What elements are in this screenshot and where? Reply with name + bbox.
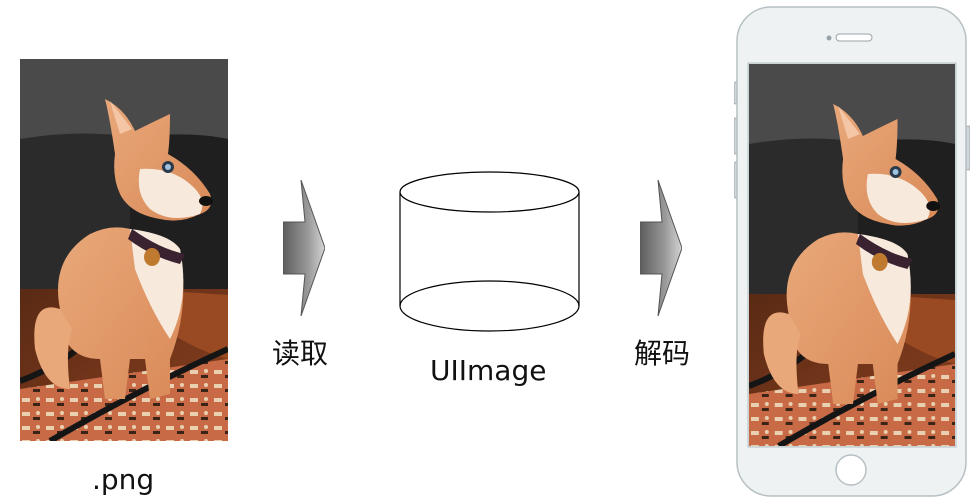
- source-photo: [20, 59, 228, 441]
- read-arrow-icon: [283, 180, 325, 316]
- decode-arrow-icon: [640, 180, 682, 316]
- decode-step-label: 解码: [634, 337, 691, 370]
- dog-photo-image: [20, 59, 228, 441]
- read-step-label: 读取: [272, 337, 329, 370]
- decoded-dog-image: [749, 64, 955, 446]
- phone-screen-photo: [749, 64, 955, 446]
- file-format-label: .png: [92, 463, 155, 496]
- uiimage-label: UIImage: [430, 354, 547, 387]
- uiimage-storage-icon: [399, 171, 580, 332]
